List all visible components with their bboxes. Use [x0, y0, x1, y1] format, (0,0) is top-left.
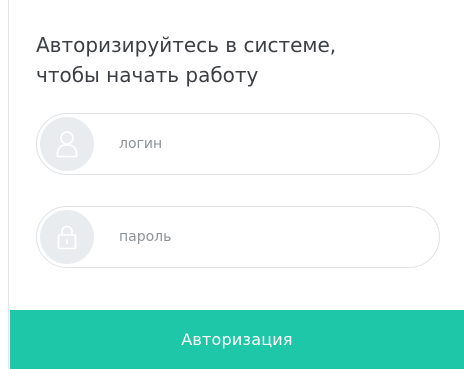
password-field[interactable] — [36, 206, 440, 268]
title-line-1: Авторизируйтесь в системе, — [36, 33, 337, 57]
lock-icon — [40, 210, 94, 264]
login-field[interactable] — [36, 113, 440, 175]
page-title: Авторизируйтесь в системе, чтобы начать … — [36, 30, 446, 90]
login-submit-button[interactable]: Авторизация — [10, 310, 464, 369]
user-icon — [40, 117, 94, 171]
password-input[interactable] — [119, 207, 419, 267]
title-line-2: чтобы начать работу — [36, 63, 259, 87]
left-divider — [8, 0, 9, 369]
login-input[interactable] — [119, 114, 419, 174]
